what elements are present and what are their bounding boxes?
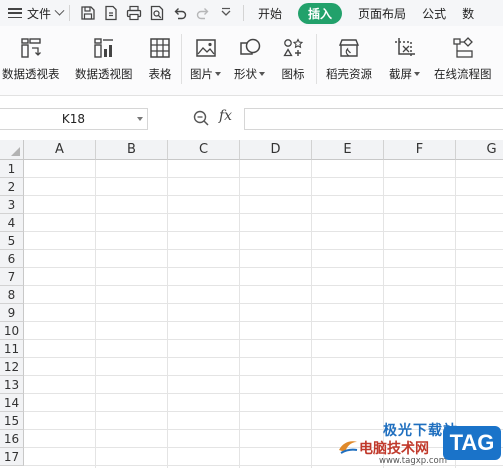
watermark-url: www.tagxp.com	[379, 456, 447, 466]
table-label: 表格	[148, 67, 172, 81]
tab-data[interactable]: 数	[462, 5, 474, 22]
shape-button[interactable]: 形状	[234, 34, 265, 82]
pivot-table-label: 数据透视表	[2, 67, 60, 81]
row-header-1[interactable]: 1	[0, 160, 24, 178]
column-header-e[interactable]: E	[312, 140, 384, 160]
row-header-16[interactable]: 16	[0, 430, 24, 448]
formula-input[interactable]	[244, 108, 503, 130]
tab-home[interactable]: 开始	[258, 5, 282, 22]
pivot-table-icon	[17, 34, 45, 62]
column-header-g[interactable]: G	[456, 140, 503, 160]
pivot-table-button[interactable]: 数据透视表	[2, 34, 60, 82]
chevron-down-icon	[414, 72, 420, 76]
menu-bar: 文件 开始 插入 页面布局 公式 数	[0, 0, 503, 26]
picture-button[interactable]: 图片	[190, 34, 221, 82]
column-header-d[interactable]: D	[240, 140, 312, 160]
export-pdf-icon[interactable]	[102, 5, 119, 22]
flowchart-icon	[449, 34, 477, 62]
file-menu[interactable]: 文件	[27, 5, 51, 22]
select-all-corner[interactable]	[0, 140, 24, 160]
row-header-8[interactable]: 8	[0, 286, 24, 304]
shape-icon	[236, 34, 264, 62]
watermark-tag: TAG	[443, 426, 501, 460]
icon-button[interactable]: 图标	[279, 34, 307, 82]
chevron-down-icon	[259, 72, 265, 76]
watermark-logo-icon	[339, 441, 358, 454]
table-icon	[146, 34, 174, 62]
screenshot-label: 截屏	[389, 66, 420, 82]
row-header-5[interactable]: 5	[0, 232, 24, 250]
row-header-12[interactable]: 12	[0, 358, 24, 376]
name-box-value: K18	[61, 112, 86, 126]
tab-formulas[interactable]: 公式	[422, 5, 446, 22]
column-header-f[interactable]: F	[384, 140, 456, 160]
screenshot-icon	[391, 34, 419, 62]
customize-quick-access-icon[interactable]	[217, 5, 234, 22]
watermark: 极光下载站 电脑技术网 www.tagxp.com TAG	[333, 420, 503, 468]
online-flowchart-label: 在线流程图	[434, 67, 492, 81]
docer-resource-button[interactable]: 稻壳资源	[326, 34, 372, 82]
docer-resource-label: 稻壳资源	[326, 67, 372, 81]
chevron-down-icon[interactable]	[137, 117, 143, 121]
online-flowchart-button[interactable]: 在线流程图	[434, 34, 492, 82]
hamburger-menu-icon[interactable]	[8, 8, 22, 18]
icons-icon	[279, 34, 307, 62]
menu-separator	[69, 5, 71, 21]
ribbon-separator	[316, 34, 317, 84]
chevron-down-icon	[215, 72, 221, 76]
icon-label: 图标	[281, 67, 305, 81]
watermark-name: 电脑技术网	[359, 441, 429, 457]
row-header-17[interactable]: 17	[0, 448, 24, 466]
column-header-a[interactable]: A	[24, 140, 96, 160]
row-header-14[interactable]: 14	[0, 394, 24, 412]
row-header-9[interactable]: 9	[0, 304, 24, 322]
pivot-chart-button[interactable]: 数据透视图	[75, 34, 133, 82]
store-icon	[335, 34, 363, 62]
row-header-2[interactable]: 2	[0, 178, 24, 196]
function-icon[interactable]: fx	[219, 108, 232, 124]
name-box[interactable]: K18	[0, 108, 148, 130]
menu-separator	[243, 5, 245, 21]
row-header-3[interactable]: 3	[0, 196, 24, 214]
column-header-b[interactable]: B	[96, 140, 168, 160]
screenshot-button[interactable]: 截屏	[389, 34, 420, 82]
tab-page-layout[interactable]: 页面布局	[358, 5, 406, 22]
row-header-4[interactable]: 4	[0, 214, 24, 232]
formula-bar: K18 fx	[0, 96, 503, 140]
spreadsheet-grid: ABCDEFG 1 2 3 4 5 6 7 8 9 10 11 12 13 14 15 16 17	[0, 140, 503, 468]
tab-insert[interactable]: 插入	[298, 2, 343, 24]
picture-label: 图片	[190, 66, 221, 82]
print-preview-icon[interactable]	[148, 5, 165, 22]
shape-label: 形状	[234, 66, 265, 82]
row-header-7[interactable]: 7	[0, 268, 24, 286]
ribbon-separator	[181, 34, 182, 84]
ribbon-toolbar: 数据透视表 数据透视图 表格 图片 形状 图标 稻壳资源 截屏 在线流程图	[0, 26, 503, 96]
row-header-13[interactable]: 13	[0, 376, 24, 394]
pivot-chart-icon	[90, 34, 118, 62]
save-icon[interactable]	[79, 5, 96, 22]
redo-icon[interactable]	[194, 5, 211, 22]
print-icon[interactable]	[125, 5, 142, 22]
table-button[interactable]: 表格	[146, 34, 174, 82]
row-header-10[interactable]: 10	[0, 322, 24, 340]
row-header-6[interactable]: 6	[0, 250, 24, 268]
zoom-icon[interactable]	[192, 109, 210, 127]
column-header-c[interactable]: C	[168, 140, 240, 160]
row-header-15[interactable]: 15	[0, 412, 24, 430]
picture-icon	[192, 34, 220, 62]
pivot-chart-label: 数据透视图	[75, 67, 133, 81]
row-header-11[interactable]: 11	[0, 340, 24, 358]
chevron-down-icon[interactable]	[54, 5, 65, 16]
undo-icon[interactable]	[171, 5, 188, 22]
